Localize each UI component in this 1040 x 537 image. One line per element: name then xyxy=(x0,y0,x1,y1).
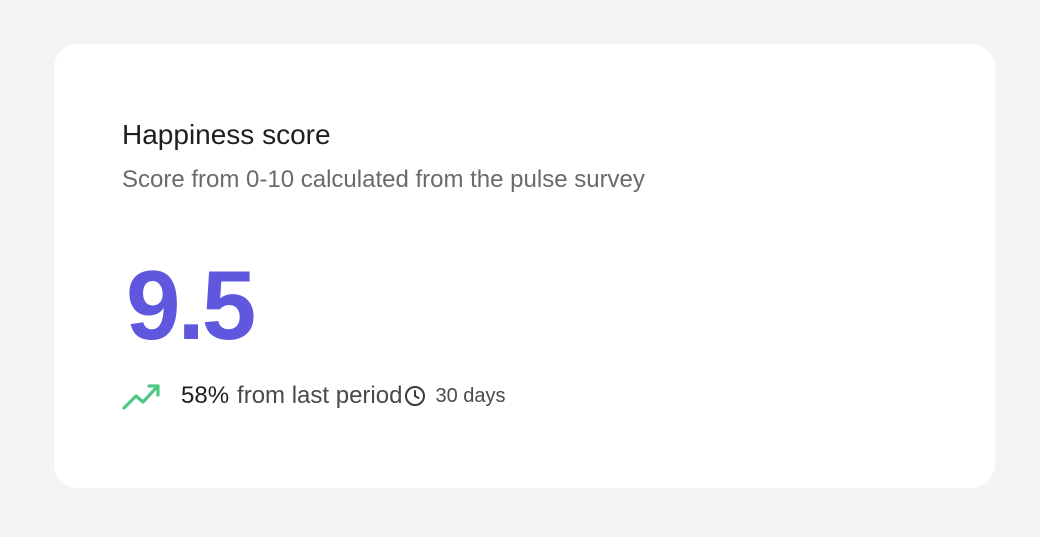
trending-up-icon xyxy=(122,380,170,412)
card-subtitle: Score from 0-10 calculated from the puls… xyxy=(122,166,645,193)
happiness-score-card: Happiness score Score from 0-10 calculat… xyxy=(54,44,995,488)
period-label: 30 days xyxy=(435,384,506,407)
change-label: from last period xyxy=(237,382,403,409)
change-percentage: 58% xyxy=(181,382,230,409)
score-value: 9.5 xyxy=(126,250,256,360)
clock-icon xyxy=(403,384,427,408)
card-title: Happiness score xyxy=(122,119,331,150)
score-change-footer: 58% from last period 30 days xyxy=(122,378,506,414)
